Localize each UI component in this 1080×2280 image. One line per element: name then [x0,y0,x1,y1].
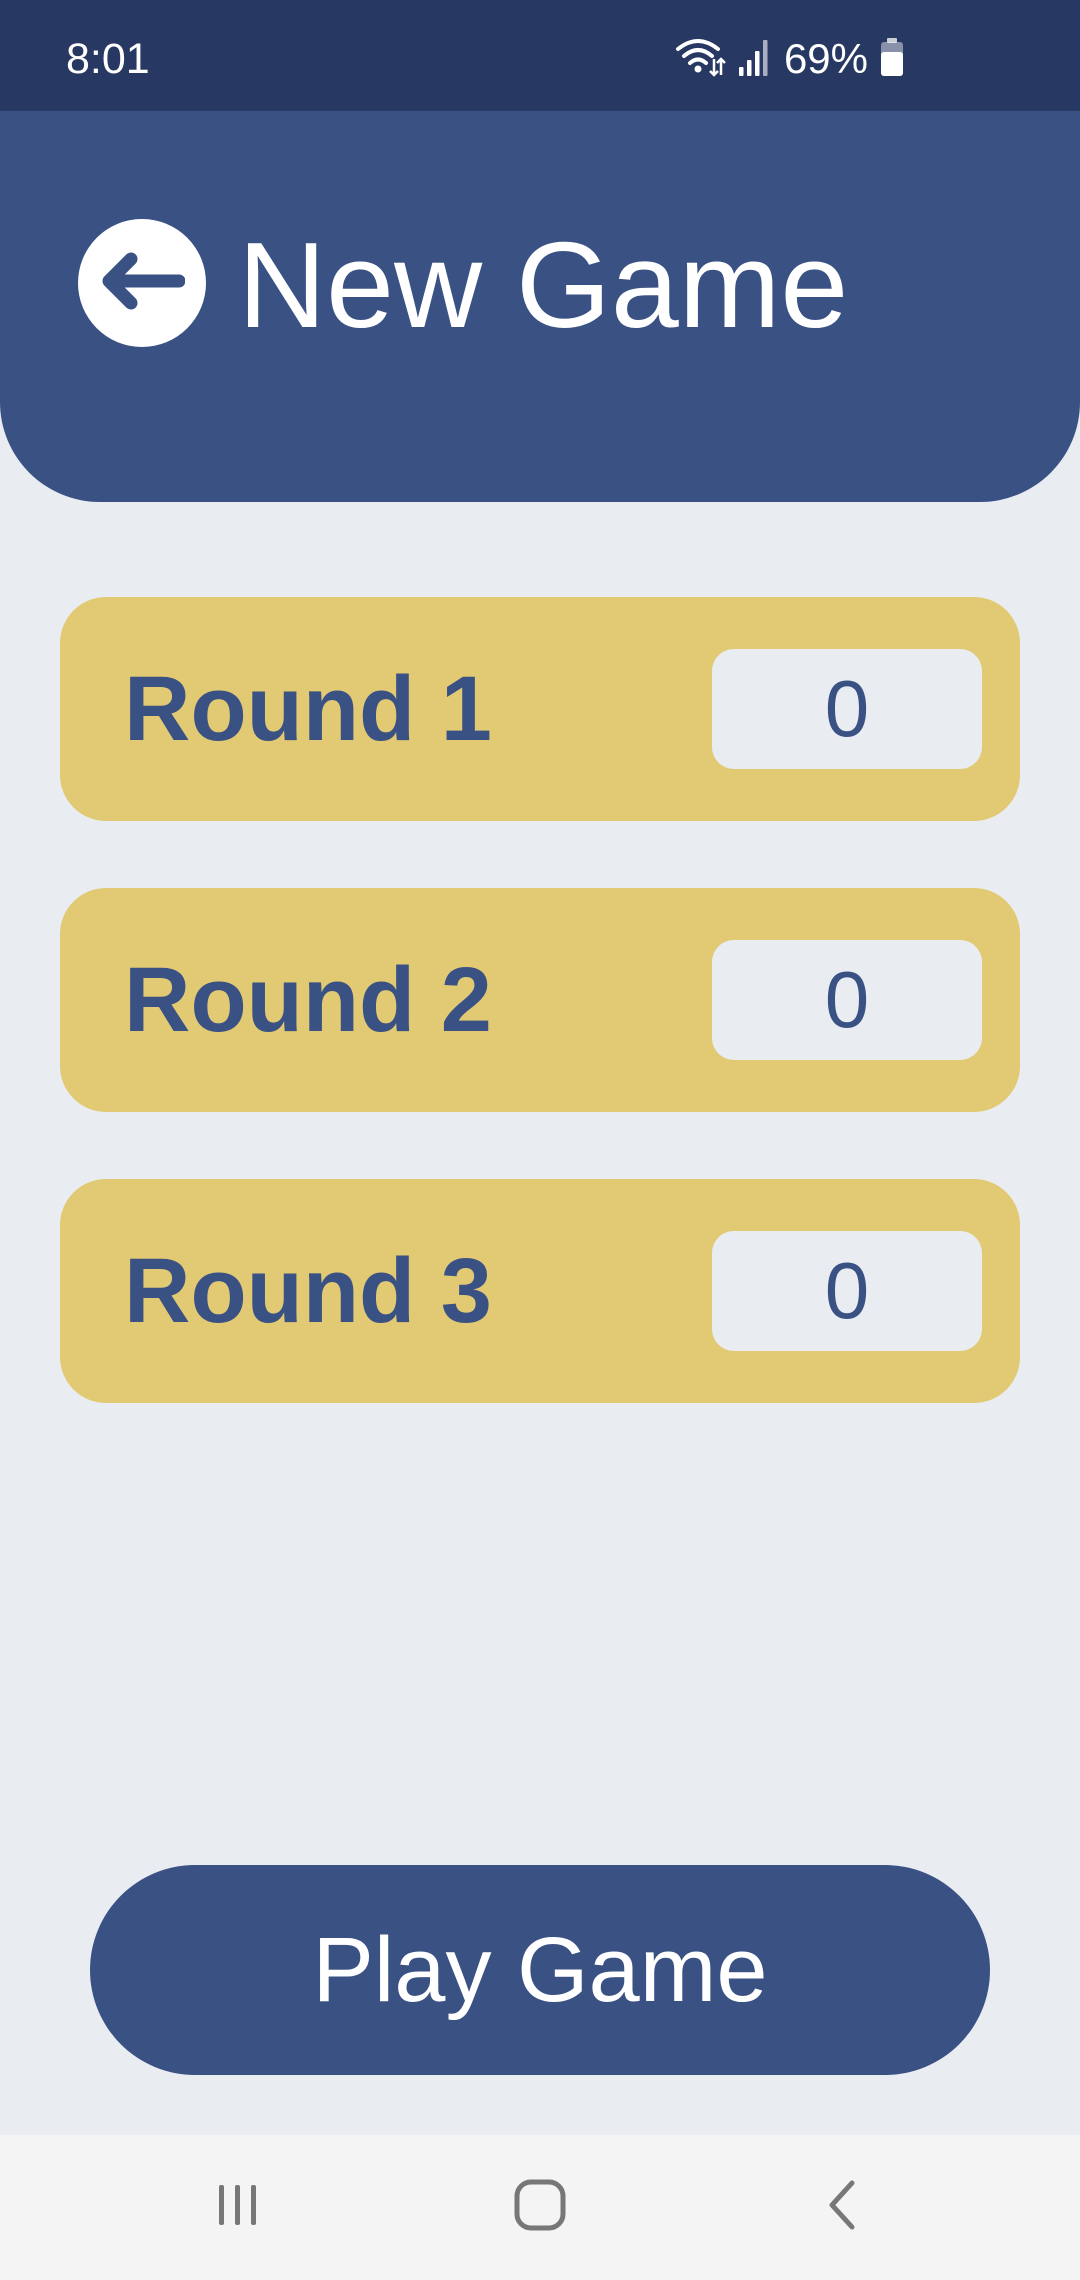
round-card-1: Round 1 0 [60,597,1020,821]
system-back-button[interactable] [762,2135,922,2280]
arrow-left-icon [99,251,186,316]
back-icon [822,2177,862,2238]
battery-icon [880,37,904,82]
recent-apps-icon [213,2180,263,2235]
play-game-button[interactable]: Play Game [90,1865,990,2075]
status-bar: 8:01 69% [0,0,1080,111]
status-time: 8:01 [66,35,150,83]
round-card-3: Round 3 0 [60,1179,1020,1403]
wifi-icon [674,35,726,84]
round-label: Round 2 [124,949,492,1051]
back-button[interactable] [78,219,206,347]
round-3-score-input[interactable]: 0 [712,1231,982,1351]
signal-icon [738,37,772,82]
round-2-score-input[interactable]: 0 [712,940,982,1060]
round-label: Round 3 [124,1240,492,1342]
home-icon [512,2177,568,2238]
navigation-bar [0,2135,1080,2280]
home-button[interactable] [460,2135,620,2280]
round-card-2: Round 2 0 [60,888,1020,1112]
battery-percent: 69% [783,35,868,82]
round-label: Round 1 [124,658,492,760]
page-title: New Game [238,217,849,353]
round-1-score-input[interactable]: 0 [712,649,982,769]
recent-apps-button[interactable] [158,2135,318,2280]
status-icons: 69% [674,34,904,84]
